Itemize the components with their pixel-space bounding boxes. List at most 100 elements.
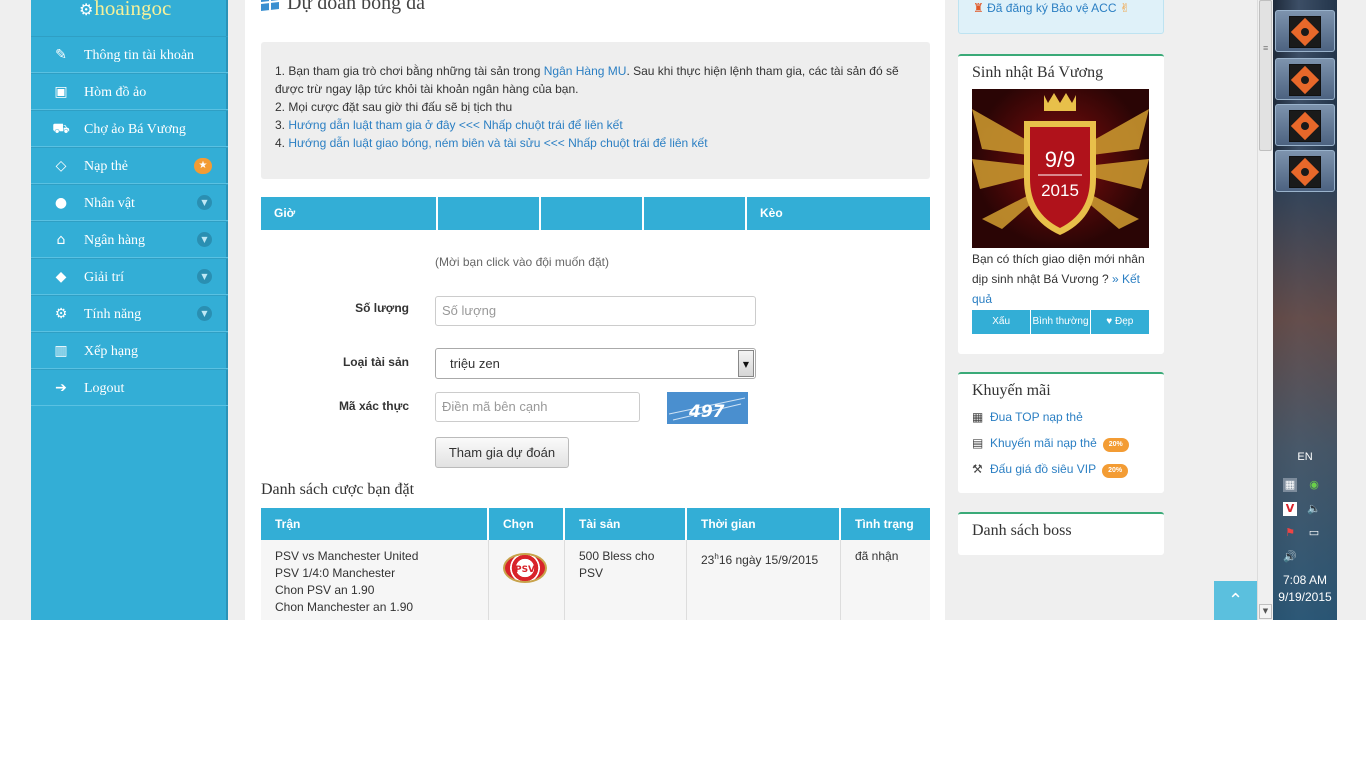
birthday-title: Sinh nhật Bá Vương — [972, 64, 1104, 81]
vote-beautiful-button[interactable]: ♥ Đẹp — [1090, 310, 1149, 334]
sidebar-item-label: Logout — [84, 381, 125, 396]
col-odds: Kèo — [747, 197, 930, 230]
rules-notice: 1. Bạn tham gia trò chơi bằng những tài … — [261, 42, 930, 179]
birthday-shield-graphic: 9/9 2015 — [972, 93, 1149, 235]
logo-text: hoaingoc — [94, 0, 172, 20]
col-time: Thời gian — [687, 508, 841, 540]
antivirus-tray-icon[interactable]: V — [1283, 502, 1297, 516]
sidebar-nav: ✎ Thông tin tài khoản ▣ Hòm đồ ảo ⛟ Chợ ảo Bá… — [31, 36, 228, 406]
promo-item-top-up-race[interactable]: ▦ Đua TOP nạp thẻ — [972, 410, 1083, 424]
asset-type-select[interactable]: triệu zen ▼ — [435, 348, 756, 379]
sidebar-item-label: Tính năng — [84, 307, 142, 322]
sidebar-item-label: Ngân hàng — [84, 233, 146, 248]
account-protection-notice: ♜ Đã đăng ký Bảo vệ ACC ✌ — [958, 0, 1164, 34]
table-row: PSV vs Manchester United PSV 1/4:0 Manch… — [261, 540, 930, 620]
account-protection-link[interactable]: Đã đăng ký Bảo vệ ACC — [987, 1, 1116, 15]
sidebar-item-nhân-vật[interactable]: ● Nhân vật ▼ — [31, 184, 228, 221]
sidebar-item-label: Thông tin tài khoản — [84, 48, 195, 63]
chevron-down-icon[interactable]: ▼ — [738, 350, 754, 377]
vote-normal-button[interactable]: Bình thường — [1031, 310, 1091, 334]
scrollbar-thumb[interactable]: ≡ — [1259, 0, 1272, 151]
clock-time: 7:08 AM — [1282, 573, 1328, 587]
captcha-input[interactable]: Điền mã bên cạnh — [435, 392, 640, 422]
bets-table-header: Trận Chọn Tài sản Thời gian Tình trạng — [261, 508, 930, 540]
asset-type-value: triệu zen — [450, 356, 500, 371]
bar-chart-icon: ▥ — [54, 343, 68, 359]
promo-item-top-up-bonus[interactable]: ▤ Khuyến mãi nạp thẻ 20% — [972, 436, 1129, 452]
sign-out-icon: ➔ — [55, 380, 67, 396]
scroll-to-top-button[interactable]: ⌃ — [1214, 581, 1257, 620]
bank-link[interactable]: Ngân Hàng MU — [544, 64, 627, 78]
sidebar-item-chợ-ảo-bá-vương[interactable]: ⛟ Chợ ảo Bá Vương — [31, 110, 228, 147]
site-logo[interactable]: ⚙hoaingoc — [79, 0, 171, 21]
boss-list-title[interactable]: Danh sách boss — [958, 514, 1164, 540]
bets-table: Trận Chọn Tài sản Thời gian Tình trạng P… — [261, 508, 930, 620]
promo-label: Đấu giá đồ siêu VIP — [990, 462, 1097, 476]
clock-date: 9/19/2015 — [1278, 590, 1332, 604]
sidebar-item-logout[interactable]: ➔ Logout — [31, 369, 228, 406]
sidebar-item-ngân-hàng[interactable]: ⌂ Ngân hàng ▼ — [31, 221, 228, 258]
match-handicap: PSV 1/4:0 Manchester — [275, 566, 396, 580]
money-icon: ▤ — [972, 436, 984, 450]
network-tray-icon[interactable]: ◉ — [1307, 478, 1321, 492]
banner-year: 2015 — [1041, 181, 1079, 200]
sidebar-item-tính-năng[interactable]: ⚙ Tính năng ▼ — [31, 295, 228, 332]
sidebar-item-xếp-hạng[interactable]: ▥ Xếp hạng — [31, 332, 228, 369]
game-app-icon — [1289, 156, 1321, 188]
vertical-scrollbar[interactable]: ≡ ▼ — [1257, 0, 1273, 620]
promotions-title: Khuyến mãi — [972, 382, 1051, 399]
time-rest: 16 ngày 15/9/2015 — [718, 553, 819, 567]
chevron-down-icon[interactable]: ▼ — [197, 195, 212, 210]
quantity-label: Số lượng — [355, 301, 409, 315]
taskbar-app-2[interactable] — [1275, 58, 1335, 100]
sidebar-item-nạp-thẻ[interactable]: ◇ Nạp thẻ ★ — [31, 147, 228, 184]
game-app-icon — [1289, 16, 1321, 48]
match-odds-away: Chon Manchester an 1.90 — [275, 600, 414, 614]
promo-item-vip-auction[interactable]: ⚒ Đấu giá đồ siêu VIP 20% — [972, 462, 1129, 478]
match-odds-home: Chon PSV an 1.90 — [275, 583, 375, 597]
scroll-down-arrow[interactable]: ▼ — [1259, 604, 1272, 619]
promo-label: Khuyến mãi nạp thẻ — [990, 436, 1097, 450]
page-title: Dự đoán bóng đá — [261, 0, 425, 15]
game-app-icon — [1289, 110, 1321, 142]
taskbar-app-1[interactable] — [1275, 10, 1335, 52]
chevron-down-icon[interactable]: ▼ — [197, 306, 212, 321]
submit-prediction-button[interactable]: Tham gia dự đoán — [435, 437, 569, 468]
captcha-label: Mã xác thực — [338, 399, 409, 413]
sidebar-item-giải-trí[interactable]: ◆ Giải trí ▼ — [31, 258, 228, 295]
action-center-icon[interactable]: ⚑ — [1283, 526, 1297, 540]
rules-guide-link[interactable]: Hướng dẫn luật tham gia ở đây <<< Nhấp c… — [288, 118, 622, 132]
speaker-tray-icon[interactable]: 🔈 — [1307, 502, 1321, 516]
chevron-down-icon[interactable]: ▼ — [197, 232, 212, 247]
asset-type-label: Loại tài sản — [342, 355, 409, 369]
captcha-image[interactable]: 497 — [667, 392, 748, 424]
edit-icon: ✎ — [55, 47, 67, 63]
sidebar-item-label: Nhân vật — [84, 196, 135, 211]
taskbar-app-3[interactable] — [1275, 104, 1335, 146]
bank-icon: ⌂ — [56, 232, 66, 248]
sidebar-item-label: Hòm đồ ảo — [84, 85, 147, 100]
victory-hand-icon: ✌ — [1119, 1, 1130, 15]
android-icon: ◆ — [55, 269, 67, 285]
app-tray-icon[interactable]: ▦ — [1283, 478, 1297, 492]
bet-choice-cell: PSV — [489, 540, 565, 620]
kickoff-guide-link[interactable]: Hướng dẫn luật giao bóng, ném biên và tà… — [288, 136, 707, 150]
sidebar-item-hòm-đồ-ảo[interactable]: ▣ Hòm đồ ảo — [31, 73, 228, 110]
quantity-input[interactable]: Số lượng — [435, 296, 756, 326]
vote-ugly-button[interactable]: Xấu — [972, 310, 1032, 334]
taskbar-app-4[interactable] — [1275, 150, 1335, 192]
volume-icon[interactable]: 🔊 — [1283, 550, 1297, 564]
bets-section-title: Danh sách cược bạn đặt — [261, 481, 415, 498]
select-team-hint: (Mời bạn click vào đội muốn đặt) — [435, 255, 609, 269]
sidebar-item-thông-tin-tài-khoản[interactable]: ✎ Thông tin tài khoản — [31, 36, 228, 73]
vote-buttons: Xấu Bình thường ♥ Đẹp — [972, 310, 1149, 334]
gear-icon: ⚙ — [79, 2, 94, 19]
display-tray-icon[interactable]: ▭ — [1307, 526, 1321, 540]
system-clock[interactable]: 7:08 AM 9/19/2015 — [1273, 572, 1337, 606]
chevron-down-icon[interactable]: ▼ — [197, 269, 212, 284]
discount-badge: 20% — [1102, 438, 1129, 452]
notice-line-2: 2. Mọi cược đặt sau giờ thi đấu sẽ bị tị… — [275, 100, 513, 114]
windows-taskbar: EN ▦ ◉ V 🔈 ⚑ ▭ 🔊 7:08 AM 9/19/2015 — [1273, 0, 1337, 620]
language-indicator[interactable]: EN — [1273, 451, 1337, 463]
gavel-icon: ⚒ — [972, 462, 983, 476]
